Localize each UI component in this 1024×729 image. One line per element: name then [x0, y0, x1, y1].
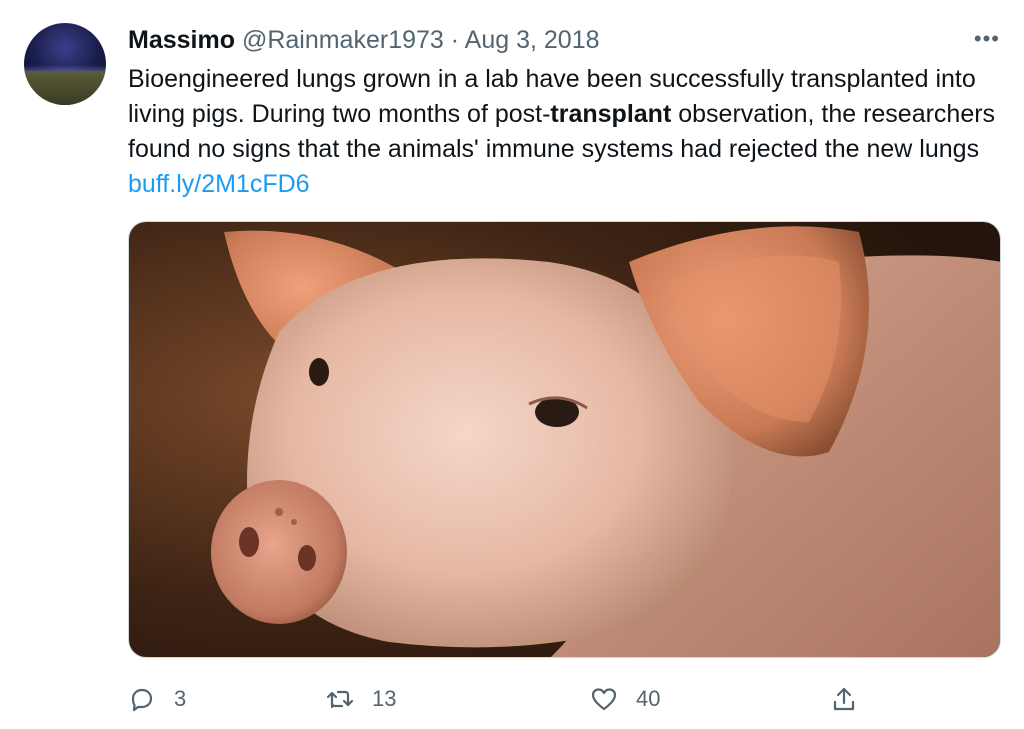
tweet-link[interactable]: buff.ly/2M1cFD6 — [128, 170, 310, 198]
tweet-header: Massimo @Rainmaker1973 · Aug 3, 2018 — [128, 24, 994, 56]
share-button[interactable] — [830, 682, 858, 716]
reply-count: 3 — [174, 686, 187, 711]
tweet-date[interactable]: Aug 3, 2018 — [465, 26, 600, 54]
tweet-text-bold: transplant — [550, 100, 672, 128]
heart-icon — [591, 688, 617, 711]
header-separator: · — [450, 26, 460, 54]
share-icon — [833, 687, 855, 711]
retweet-icon — [326, 690, 354, 709]
reply-button[interactable]: 3 — [128, 682, 186, 716]
avatar-landscape — [24, 71, 106, 105]
author-name[interactable]: Massimo — [128, 26, 235, 54]
retweet-button[interactable]: 13 — [326, 682, 396, 716]
reply-icon — [131, 688, 153, 712]
tweet-media-image[interactable] — [128, 221, 1001, 658]
like-count: 40 — [636, 686, 661, 711]
tweet-actions: 3 13 40 — [128, 682, 868, 716]
retweet-count: 13 — [372, 686, 397, 711]
author-avatar[interactable] — [24, 23, 106, 105]
like-button[interactable]: 40 — [590, 682, 660, 716]
tweet-text: Bioengineered lungs grown in a lab have … — [128, 62, 1008, 202]
more-dots-icon[interactable]: ••• — [974, 26, 1000, 52]
pig-photo — [129, 222, 1000, 657]
author-handle[interactable]: @Rainmaker1973 — [242, 26, 444, 54]
